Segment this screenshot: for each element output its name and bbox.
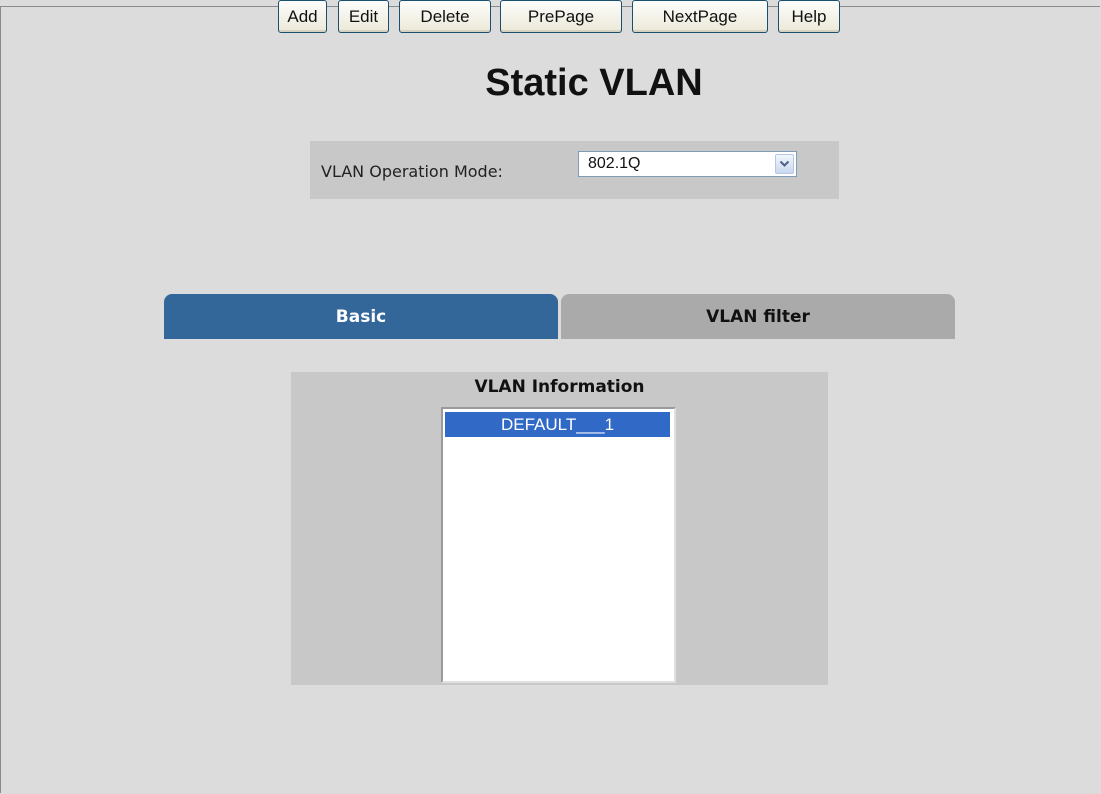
vlan-mode-select[interactable]: 802.1Q xyxy=(578,151,797,177)
vlan-mode-value: 802.1Q xyxy=(588,155,641,172)
delete-button[interactable]: Delete xyxy=(399,0,491,33)
vlan-list[interactable]: DEFAULT___1 xyxy=(441,407,676,683)
prepage-button[interactable]: PrePage xyxy=(500,0,622,33)
edit-button[interactable]: Edit xyxy=(338,0,389,33)
vlan-mode-bar: VLAN Operation Mode: 802.1Q xyxy=(310,141,839,199)
chevron-down-icon[interactable] xyxy=(775,154,794,174)
list-item[interactable]: DEFAULT___1 xyxy=(445,412,670,437)
vlan-mode-label: VLAN Operation Mode: xyxy=(321,162,503,181)
tab-bar: Basic VLAN filter xyxy=(164,294,955,339)
page-title: Static VLAN xyxy=(485,62,703,104)
tab-vlan-filter[interactable]: VLAN filter xyxy=(561,294,955,339)
vlan-information-title: VLAN Information xyxy=(474,377,645,397)
vlan-information-panel: VLAN Information DEFAULT___1 xyxy=(291,372,828,685)
nextpage-button[interactable]: NextPage xyxy=(632,0,768,33)
tab-basic[interactable]: Basic xyxy=(164,294,558,339)
help-button[interactable]: Help xyxy=(778,0,840,33)
add-button[interactable]: Add xyxy=(278,0,327,33)
